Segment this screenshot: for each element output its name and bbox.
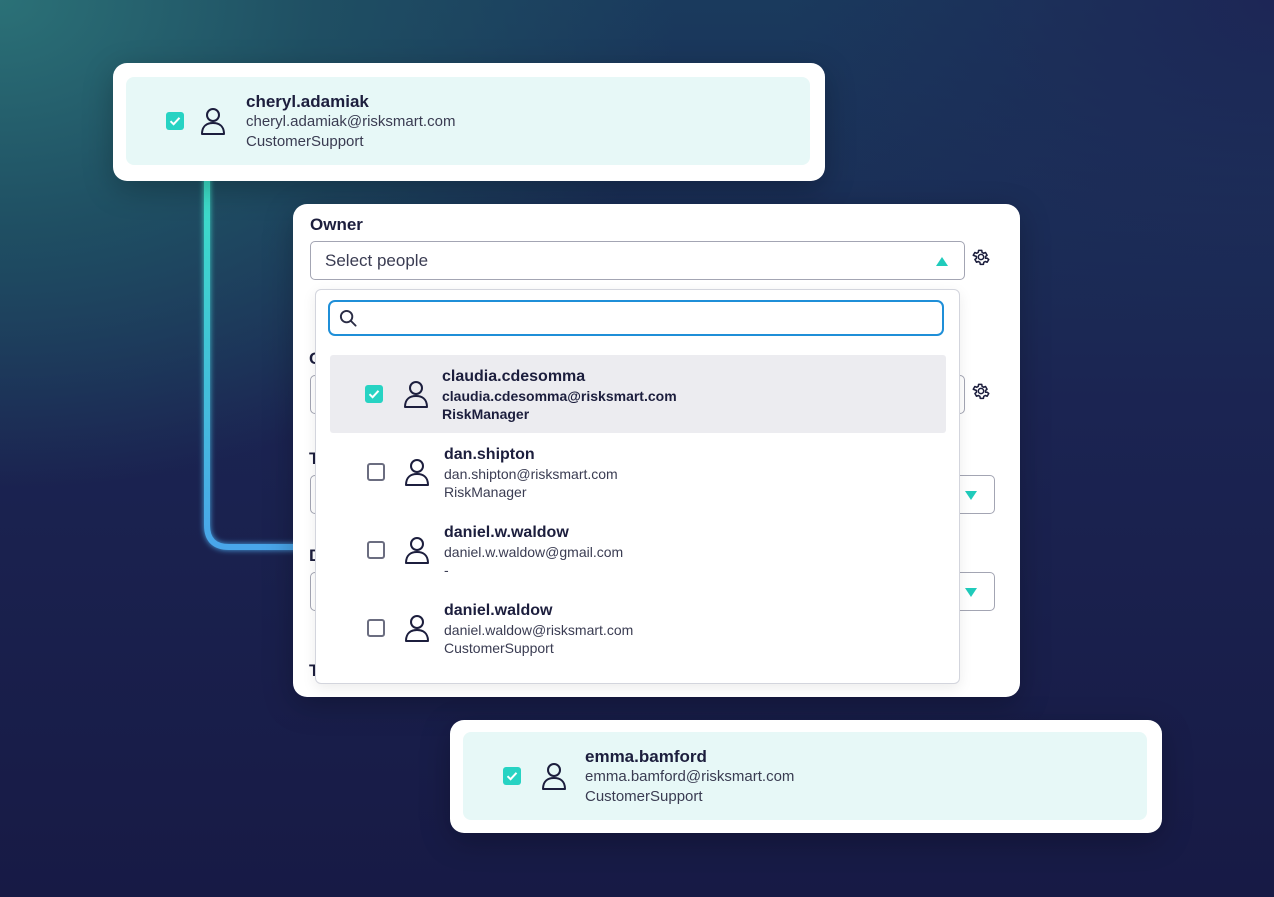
chevron-down-icon[interactable] bbox=[965, 588, 977, 597]
user-email: daniel.waldow@risksmart.com bbox=[444, 621, 634, 638]
user-role: CustomerSupport bbox=[246, 132, 364, 150]
user-role: RiskManager bbox=[442, 405, 530, 422]
owner-select[interactable]: Select people bbox=[310, 241, 965, 280]
gear-icon[interactable] bbox=[971, 247, 991, 267]
person-icon bbox=[405, 615, 429, 642]
chevron-up-icon[interactable] bbox=[936, 257, 948, 266]
user-name: emma.bamford bbox=[585, 746, 707, 766]
search-field[interactable] bbox=[366, 306, 930, 332]
checkbox-unchecked[interactable] bbox=[367, 541, 385, 559]
chevron-down-icon[interactable] bbox=[965, 491, 977, 500]
search-input[interactable] bbox=[328, 300, 944, 336]
list-item[interactable]: claudia.cdesomma claudia.cdesomma@risksm… bbox=[330, 355, 946, 433]
list-item[interactable]: daniel.waldow daniel.waldow@risksmart.co… bbox=[330, 589, 946, 667]
user-name: cheryl.adamiak bbox=[246, 91, 369, 111]
checkbox-checked[interactable] bbox=[166, 112, 184, 130]
user-role: RiskManager bbox=[444, 483, 527, 500]
check-icon bbox=[169, 117, 181, 126]
user-tile[interactable]: emma.bamford emma.bamford@risksmart.com … bbox=[463, 732, 1147, 820]
person-icon bbox=[404, 381, 428, 408]
people-dropdown: claudia.cdesomma claudia.cdesomma@risksm… bbox=[315, 289, 960, 684]
person-icon bbox=[201, 108, 225, 135]
user-email: cheryl.adamiak@risksmart.com bbox=[246, 112, 456, 130]
user-name: daniel.w.waldow bbox=[444, 523, 569, 541]
owner-label: Owner bbox=[310, 215, 363, 234]
person-icon bbox=[405, 459, 429, 486]
search-icon bbox=[339, 309, 357, 327]
user-tile[interactable]: cheryl.adamiak cheryl.adamiak@risksmart.… bbox=[126, 77, 810, 165]
user-role: CustomerSupport bbox=[585, 787, 703, 805]
user-email: claudia.cdesomma@risksmart.com bbox=[442, 387, 677, 404]
list-item[interactable]: daniel.w.waldow daniel.w.waldow@gmail.co… bbox=[330, 511, 946, 589]
selected-user-card-top: cheryl.adamiak cheryl.adamiak@risksmart.… bbox=[113, 63, 825, 181]
user-role: - bbox=[444, 561, 449, 578]
user-email: emma.bamford@risksmart.com bbox=[585, 767, 795, 785]
checkbox-checked[interactable] bbox=[503, 767, 521, 785]
checkbox-unchecked[interactable] bbox=[367, 463, 385, 481]
check-icon bbox=[368, 390, 380, 399]
selected-user-card-bottom: emma.bamford emma.bamford@risksmart.com … bbox=[450, 720, 1162, 833]
check-icon bbox=[506, 772, 518, 781]
user-email: daniel.w.waldow@gmail.com bbox=[444, 543, 624, 560]
user-name: dan.shipton bbox=[444, 445, 535, 463]
user-name: claudia.cdesomma bbox=[442, 367, 586, 385]
checkbox-checked[interactable] bbox=[365, 385, 383, 403]
gear-icon[interactable] bbox=[971, 381, 991, 401]
checkbox-unchecked[interactable] bbox=[367, 619, 385, 637]
user-name: daniel.waldow bbox=[444, 601, 553, 619]
user-email: dan.shipton@risksmart.com bbox=[444, 465, 618, 482]
list-item[interactable]: dan.shipton dan.shipton@risksmart.com Ri… bbox=[330, 433, 946, 511]
owner-select-placeholder: Select people bbox=[325, 251, 429, 270]
user-role: CustomerSupport bbox=[444, 639, 554, 656]
person-icon bbox=[405, 537, 429, 564]
person-icon bbox=[542, 763, 566, 790]
